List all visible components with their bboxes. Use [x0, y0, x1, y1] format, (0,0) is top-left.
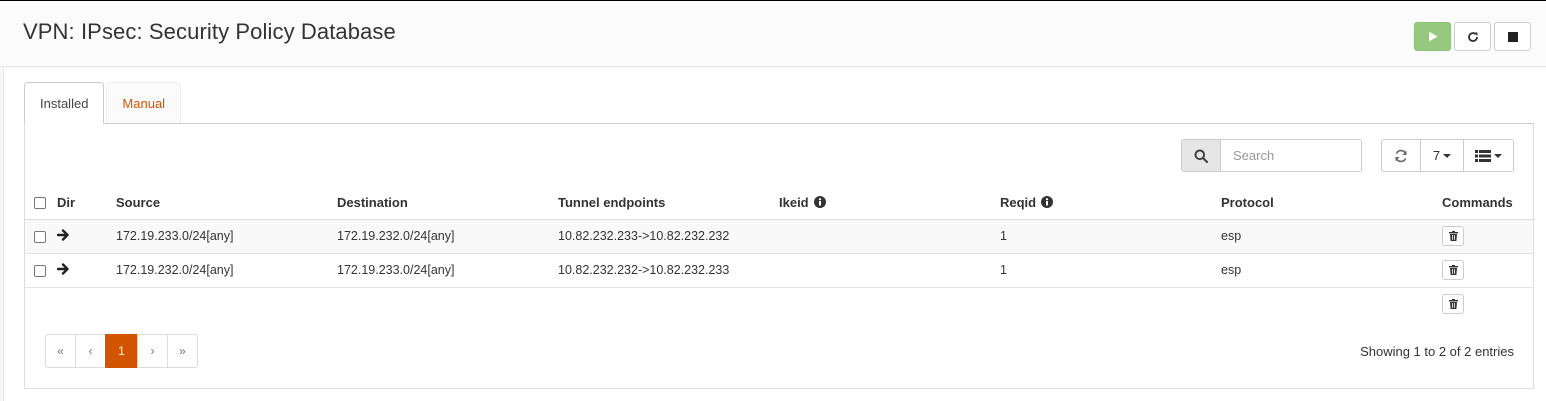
tunnel-endpoints-cell: 10.82.232.232->10.82.232.233 — [558, 253, 779, 288]
page-header: VPN: IPsec: Security Policy Database — [0, 1, 1546, 67]
column-header-dir[interactable]: Dir — [57, 186, 116, 220]
trash-icon — [1448, 231, 1458, 241]
trash-icon — [1448, 299, 1458, 310]
play-icon — [1428, 31, 1437, 42]
info-icon[interactable] — [813, 195, 826, 208]
column-header-destination[interactable]: Destination — [337, 186, 558, 220]
column-header-commands: Commands — [1442, 186, 1533, 220]
stop-icon — [1507, 31, 1518, 42]
page-prev-button[interactable]: ‹ — [75, 334, 106, 368]
column-header-tunnel-endpoints[interactable]: Tunnel endpoints — [558, 186, 779, 220]
column-header-reqid[interactable]: Reqid — [1000, 186, 1221, 220]
rows-per-page-value: 7 — [1432, 148, 1441, 163]
column-header-source[interactable]: Source — [116, 186, 337, 220]
restart-service-button[interactable] — [1454, 22, 1491, 51]
reqid-cell: 1 — [1000, 219, 1221, 254]
source-cell: 172.19.232.0/24[any] — [116, 253, 337, 288]
delete-button[interactable] — [1442, 226, 1464, 246]
pagination: « ‹ 1 › » — [45, 334, 198, 368]
commands-cell — [1442, 287, 1533, 321]
column-selector-dropdown[interactable] — [1464, 139, 1514, 172]
table-row[interactable]: 172.19.233.0/24[any] 172.19.232.0/24[any… — [25, 219, 1533, 254]
page-last-button[interactable]: » — [167, 334, 198, 368]
page-title: VPN: IPsec: Security Policy Database — [23, 19, 396, 44]
start-service-button[interactable] — [1414, 22, 1451, 51]
trash-icon — [1448, 265, 1458, 275]
tunnel-endpoints-cell: 10.82.232.233->10.82.232.232 — [558, 219, 779, 254]
select-all-checkbox[interactable] — [34, 197, 46, 210]
delete-selected-button[interactable] — [1442, 294, 1464, 315]
page-current-button[interactable]: 1 — [105, 334, 138, 368]
dir-cell — [56, 253, 116, 288]
row-select-cell — [25, 253, 57, 288]
table-row[interactable]: 172.19.232.0/24[any] 172.19.233.0/24[any… — [25, 253, 1533, 288]
arrow-right-icon — [56, 262, 69, 275]
page-next-button[interactable]: › — [137, 334, 168, 368]
dir-cell — [56, 219, 116, 254]
column-header-ikeid-label: Ikeid — [779, 194, 809, 210]
main-content: Installed Manual 7 Dir — [3, 68, 1546, 401]
column-header-reqid-label: Reqid — [1000, 194, 1037, 210]
rows-per-page-dropdown[interactable]: 7 — [1421, 139, 1464, 172]
entries-info: Showing 1 to 2 of 2 entries — [1360, 344, 1514, 359]
ikeid-cell — [779, 219, 1000, 254]
row-checkbox[interactable] — [34, 230, 46, 243]
spd-table: Dir Source Destination Tunnel endpoints … — [25, 186, 1533, 321]
commands-cell — [1442, 253, 1533, 288]
destination-cell: 172.19.232.0/24[any] — [337, 219, 558, 254]
caret-down-icon — [1443, 153, 1452, 158]
protocol-cell: esp — [1221, 219, 1442, 254]
info-icon[interactable] — [1041, 195, 1054, 208]
service-controls — [1414, 22, 1531, 51]
tab-divider — [24, 123, 1534, 124]
arrow-right-icon — [56, 228, 69, 241]
list-icon — [1475, 149, 1491, 162]
column-header-ikeid[interactable]: Ikeid — [779, 186, 1000, 220]
search-input[interactable] — [1221, 139, 1362, 172]
table-footer-row — [25, 287, 1533, 321]
stop-service-button[interactable] — [1494, 22, 1531, 51]
restart-icon — [1467, 31, 1478, 42]
footer-spacer — [25, 287, 1442, 321]
row-select-cell — [25, 219, 57, 254]
caret-down-icon — [1494, 153, 1502, 158]
search-group — [1181, 139, 1362, 172]
select-all-cell — [25, 186, 57, 220]
tab-manual[interactable]: Manual — [106, 82, 182, 124]
tab-bar: Installed Manual — [24, 82, 182, 124]
commands-cell — [1442, 219, 1533, 254]
row-checkbox[interactable] — [34, 264, 46, 277]
refresh-button[interactable] — [1381, 139, 1421, 172]
source-cell: 172.19.233.0/24[any] — [116, 219, 337, 254]
protocol-cell: esp — [1221, 253, 1442, 288]
tab-panel-installed: 7 Dir Source Destination Tunnel endpoint… — [24, 124, 1534, 389]
search-addon — [1181, 139, 1221, 172]
search-icon — [1194, 149, 1208, 163]
grid-actions: 7 — [1381, 139, 1514, 172]
tab-installed[interactable]: Installed — [24, 82, 105, 124]
destination-cell: 172.19.233.0/24[any] — [337, 253, 558, 288]
refresh-icon — [1395, 149, 1407, 162]
page-first-button[interactable]: « — [45, 334, 76, 368]
column-header-protocol[interactable]: Protocol — [1221, 186, 1442, 220]
delete-button[interactable] — [1442, 260, 1464, 280]
table-header-row: Dir Source Destination Tunnel endpoints … — [25, 186, 1533, 220]
ikeid-cell — [779, 253, 1000, 288]
reqid-cell: 1 — [1000, 253, 1221, 288]
